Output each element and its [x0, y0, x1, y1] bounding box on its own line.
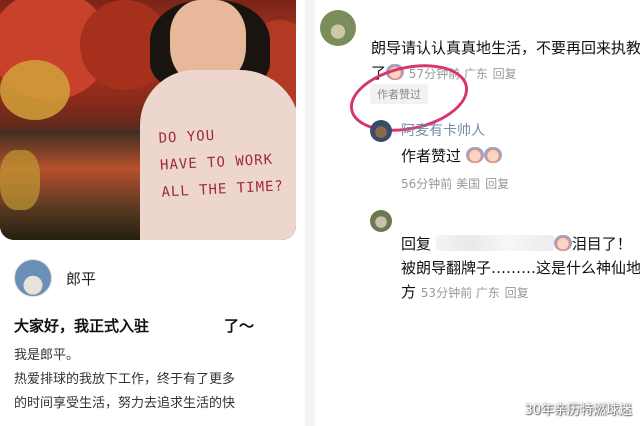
reply-button[interactable]: 回复: [485, 177, 509, 191]
reply-body: 作者赞过: [401, 145, 502, 166]
author-row[interactable]: 郎平: [14, 258, 96, 298]
post-title: 大家好，我正式入驻 了～: [14, 317, 255, 335]
reply-author-name[interactable]: [401, 210, 571, 224]
post-panel: DO YOU HAVE TO WORK ALL THE TIME? 郎平 大家好…: [0, 0, 305, 426]
reply-button[interactable]: 回复: [505, 286, 529, 300]
emoji-face-icon: [483, 147, 502, 163]
reply-avatar[interactable]: [370, 120, 392, 142]
post-body-line: 热爱排球的我放下工作，终于有了更多: [14, 372, 236, 387]
blurred-mention: [435, 235, 554, 251]
shirt-print-text: DO YOU HAVE TO WORK ALL THE TIME?: [158, 127, 285, 201]
shrub: [0, 150, 40, 210]
author-name[interactable]: 郎平: [66, 268, 96, 289]
reply-avatar[interactable]: [370, 210, 392, 232]
reply-body: 回复 泪目了！被朗导翻牌子………这是什么神仙地方 53分钟前 广东 回复: [401, 232, 640, 305]
comments-panel: 朗导请认认真真地生活，不要再回来执教了 57分钟前 广东 回复 作者赞过 阿麦有…: [315, 0, 640, 426]
reply-time-location: 53分钟前 广东: [420, 286, 500, 300]
commenter-avatar[interactable]: [320, 10, 356, 46]
post-body-line: 我是郎平。: [14, 348, 80, 363]
reply-author-name[interactable]: 阿麦有卡帅人: [401, 120, 485, 140]
reply-time-location: 56分钟前 美国: [401, 177, 481, 191]
yellow-foliage: [0, 60, 70, 120]
emoji-face-icon: [553, 235, 572, 251]
reply-button[interactable]: 回复: [493, 67, 517, 81]
author-avatar[interactable]: [14, 259, 52, 297]
watermark: 30年亲历特燃球迷: [524, 403, 632, 418]
reply-text: 作者赞过: [401, 147, 462, 165]
emoji-face-icon: [465, 147, 484, 163]
post-body: 我是郎平。 热爱排球的我放下工作，终于有了更多 的时间享受生活，努力去追求生活的…: [14, 344, 299, 416]
reply-prefix: 回复: [401, 235, 432, 253]
post-body-line: 的时间享受生活，努力去追求生活的快: [14, 396, 236, 411]
panel-divider: [305, 0, 315, 426]
reply-meta: 56分钟前 美国 回复: [401, 173, 509, 192]
